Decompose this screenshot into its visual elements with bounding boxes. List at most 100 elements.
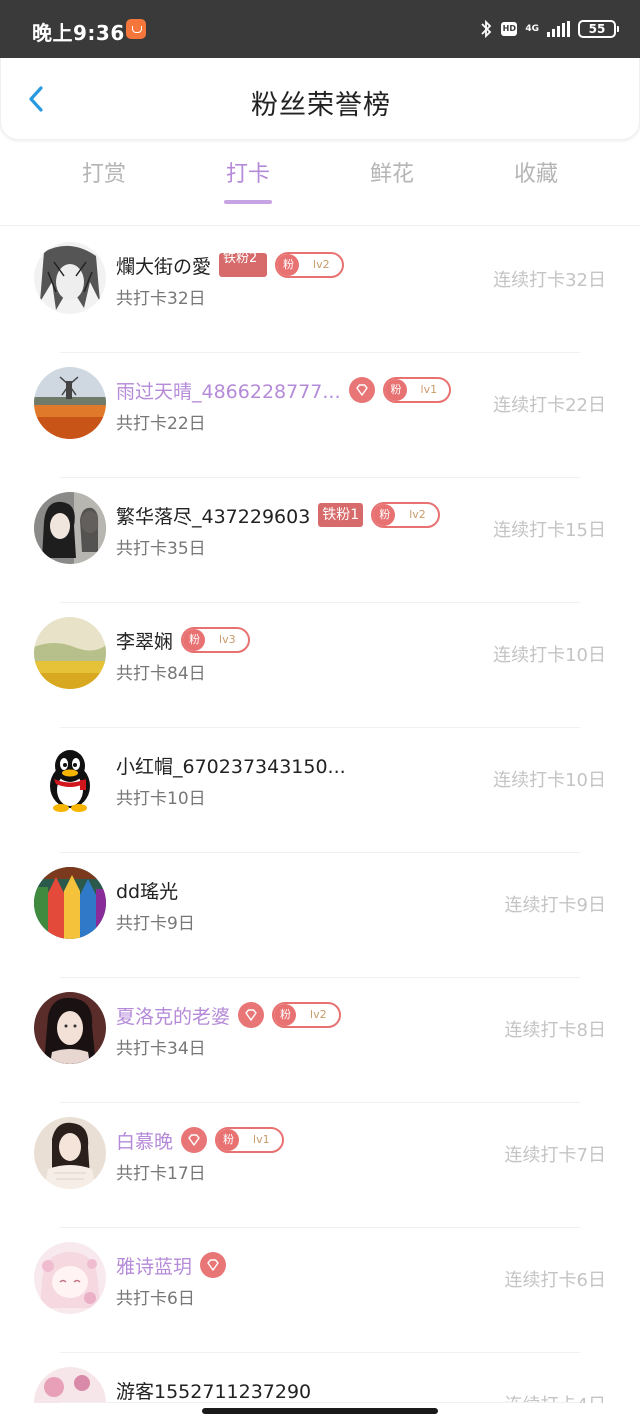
diamond-icon [238, 1002, 265, 1028]
list-item[interactable]: 夏洛克的老婆 粉 lv2 共打卡34日 连续打卡8日 [0, 978, 640, 1103]
network-type-label: 4G [525, 24, 539, 34]
list-item[interactable]: 李翠娴 粉 lv3 共打卡84日 连续打卡10日 [0, 603, 640, 728]
fan-badge-label: 粉 [384, 379, 407, 401]
avatar[interactable] [34, 867, 106, 939]
avatar[interactable] [34, 367, 106, 439]
fan-level-badge: 粉 lv1 [215, 1127, 284, 1153]
total-checkins: 共打卡6日 [116, 1289, 195, 1309]
user-name[interactable]: 白慕晚 [116, 1127, 173, 1154]
name-line: 李翠娴 粉 lv3 [116, 625, 250, 655]
name-line: 白慕晚 粉 lv1 [116, 1125, 284, 1155]
list-item[interactable]: 白慕晚 粉 lv1 共打卡17日 连续打卡7日 [0, 1103, 640, 1228]
name-line: 游客1552711237290 [116, 1375, 311, 1403]
tab-bar: 打赏 打卡 鲜花 收藏 [32, 140, 608, 220]
avatar[interactable] [34, 492, 106, 564]
streak-count: 连续打卡4日 [505, 1391, 606, 1403]
back-icon[interactable] [19, 80, 55, 116]
list-item[interactable]: 繁华落尽_437229603 铁粉1 粉 lv2 共打卡35日 连续打卡15日 [0, 478, 640, 603]
tab-divider [0, 225, 640, 226]
avatar[interactable] [34, 242, 106, 314]
user-name[interactable]: 繁华落尽_437229603 [116, 502, 310, 529]
name-line: 雨过天晴_4866228777... 粉 lv1 [116, 375, 452, 405]
streak-count: 连续打卡6日 [504, 1270, 606, 1291]
total-checkins: 共打卡9日 [116, 914, 195, 934]
total-checkins: 共打卡34日 [116, 1039, 206, 1059]
fan-level-badge: 粉 lv1 [382, 377, 452, 403]
streak-count: 连续打卡8日 [504, 1020, 606, 1041]
fan-level-badge: 粉 lv2 [371, 502, 440, 528]
fan-badge-label: 粉 [274, 1004, 297, 1026]
avatar[interactable] [34, 1242, 106, 1314]
list-item[interactable]: 游客1552711237290 连续打卡4日 [0, 1353, 640, 1403]
user-name[interactable]: 李翠娴 [116, 627, 173, 654]
user-name[interactable]: 游客1552711237290 [116, 1377, 311, 1404]
fan-badge-level: lv1 [420, 383, 438, 396]
user-name[interactable]: 夏洛克的老婆 [116, 1002, 230, 1029]
streak-count: 连续打卡10日 [493, 770, 606, 791]
fan-badge-level: lv2 [313, 258, 330, 271]
streak-count: 连续打卡22日 [493, 395, 606, 416]
name-line: 夏洛克的老婆 粉 lv2 [116, 1000, 341, 1030]
streak-count: 连续打卡32日 [493, 270, 606, 291]
streak-count: 连续打卡9日 [504, 895, 606, 916]
signal-icon [547, 21, 570, 37]
tab-checkin[interactable]: 打卡 [176, 140, 320, 220]
total-checkins: 共打卡84日 [116, 664, 206, 684]
tiefan-badge: 铁粉1 [318, 503, 364, 527]
battery-icon: 55 [578, 20, 619, 38]
total-checkins: 共打卡17日 [116, 1164, 206, 1184]
avatar[interactable] [34, 617, 106, 689]
status-bar: 晚上9:36 HD 4G 55 [0, 0, 640, 58]
name-line: 繁华落尽_437229603 铁粉1 粉 lv2 [116, 500, 440, 530]
avatar[interactable] [34, 992, 106, 1064]
fan-level-badge: 粉 lv2 [272, 1002, 341, 1028]
list-item[interactable]: 雅诗蓝玥 共打卡6日 连续打卡6日 [0, 1228, 640, 1353]
name-line: 雅诗蓝玥 [116, 1250, 227, 1280]
top-bar: 粉丝荣誉榜 [0, 58, 640, 140]
diamond-icon [200, 1252, 227, 1278]
page-title: 粉丝荣誉榜 [251, 90, 391, 121]
fan-badge-label: 粉 [183, 629, 206, 651]
app-notification-icon [126, 19, 146, 39]
name-line: dd瑤光 [116, 875, 178, 905]
name-line: 爛大街の愛 铁粉2 粉 lv2 [116, 250, 344, 280]
tab-flowers[interactable]: 鲜花 [320, 140, 464, 220]
fan-badge-level: lv1 [253, 1133, 270, 1146]
list-item[interactable]: 小红帽_670237343150... 共打卡10日 连续打卡10日 [0, 728, 640, 853]
list-item[interactable]: dd瑤光 共打卡9日 连续打卡9日 [0, 853, 640, 978]
avatar[interactable] [34, 1117, 106, 1189]
tab-reward[interactable]: 打赏 [32, 140, 176, 220]
streak-count: 连续打卡10日 [493, 645, 606, 666]
user-name[interactable]: 小红帽_670237343150... [116, 752, 346, 779]
fan-badge-label: 粉 [373, 504, 396, 526]
fan-badge-label: 粉 [277, 254, 300, 276]
fan-badge-level: lv2 [310, 1008, 327, 1021]
diamond-icon [348, 377, 375, 403]
fan-level-badge: 粉 lv3 [181, 627, 250, 653]
user-name[interactable]: 雅诗蓝玥 [116, 1252, 192, 1279]
streak-count: 连续打卡15日 [493, 520, 606, 541]
list-item[interactable]: 爛大街の愛 铁粉2 粉 lv2 共打卡32日 连续打卡32日 [0, 228, 640, 353]
fan-badge-level: lv2 [409, 508, 426, 521]
status-icons: HD 4G 55 [479, 15, 619, 43]
user-name[interactable]: dd瑤光 [116, 877, 178, 904]
tiefan-badge: 铁粉2 [219, 253, 268, 277]
total-checkins: 共打卡22日 [116, 414, 206, 434]
avatar[interactable] [34, 1367, 106, 1403]
tab-favorites[interactable]: 收藏 [464, 140, 608, 220]
status-time: 晚上9:36 [32, 21, 125, 45]
total-checkins: 共打卡35日 [116, 539, 206, 559]
avatar[interactable] [34, 742, 106, 814]
fan-badge-label: 粉 [217, 1129, 240, 1151]
bluetooth-icon [481, 19, 492, 39]
total-checkins: 共打卡32日 [116, 289, 206, 309]
home-indicator[interactable] [202, 1408, 438, 1414]
list-item[interactable]: 雨过天晴_4866228777... 粉 lv1 共打卡22日 连续打卡22日 [0, 353, 640, 478]
name-line: 小红帽_670237343150... [116, 750, 346, 780]
streak-count: 连续打卡7日 [504, 1145, 606, 1166]
user-name[interactable]: 爛大街の愛 [116, 252, 211, 279]
ranking-list: 爛大街の愛 铁粉2 粉 lv2 共打卡32日 连续打卡32日 雨过天晴_4866… [0, 228, 640, 1403]
fan-badge-level: lv3 [219, 633, 236, 646]
diamond-icon [181, 1127, 208, 1153]
user-name[interactable]: 雨过天晴_4866228777... [116, 377, 341, 404]
